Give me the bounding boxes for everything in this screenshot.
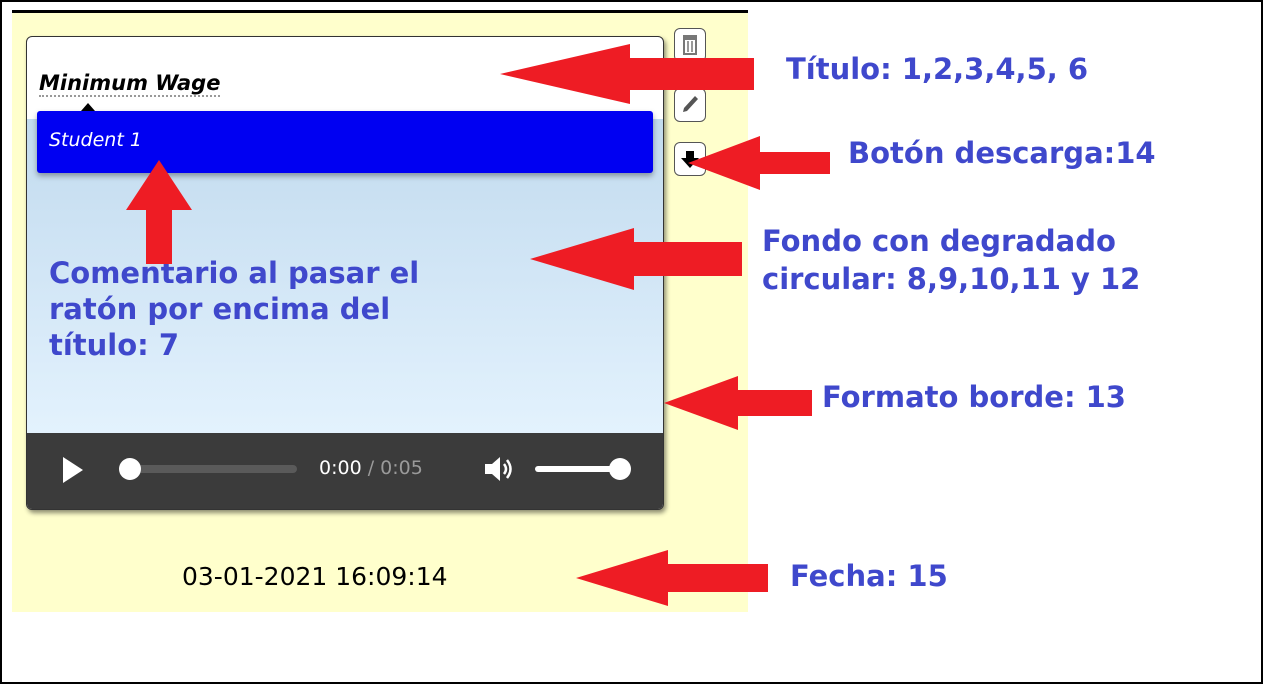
date-stamp: 03-01-2021 16:09:14 xyxy=(182,562,448,591)
arrow-to-background xyxy=(530,228,742,290)
time-separator: / xyxy=(361,457,381,479)
current-time: 0:00 xyxy=(319,457,362,479)
top-divider xyxy=(12,10,748,13)
volume-thumb[interactable] xyxy=(609,458,631,480)
comment-annotation: Comentario al pasar el ratón por encima … xyxy=(49,256,420,362)
date-annotation: Fecha: 15 xyxy=(790,559,948,593)
title-annotation: Título: 1,2,3,4,5, 6 xyxy=(786,52,1089,86)
border-annotation: Formato borde: 13 xyxy=(822,380,1126,414)
tooltip-caret xyxy=(81,103,95,111)
background-annotation: Fondo con degradado circular: 8,9,10,11 … xyxy=(762,224,1141,296)
progress-track[interactable] xyxy=(127,465,297,473)
card-title[interactable]: Minimum Wage xyxy=(39,71,221,97)
progress-thumb[interactable] xyxy=(119,458,141,480)
arrow-to-tooltip xyxy=(126,160,192,264)
arrow-to-border xyxy=(664,376,812,430)
arrow-to-download xyxy=(688,136,830,190)
volume-icon[interactable] xyxy=(483,455,515,483)
arrow-to-date xyxy=(576,550,768,606)
play-icon[interactable] xyxy=(63,457,83,483)
arrow-to-title xyxy=(500,44,754,104)
download-annotation: Botón descarga:14 xyxy=(848,136,1156,170)
time-display: 0:00 / 0:05 xyxy=(319,457,423,479)
duration: 0:05 xyxy=(380,457,423,479)
tooltip-text: Student 1 xyxy=(49,129,142,151)
audio-player: 0:00 / 0:05 xyxy=(27,433,663,509)
